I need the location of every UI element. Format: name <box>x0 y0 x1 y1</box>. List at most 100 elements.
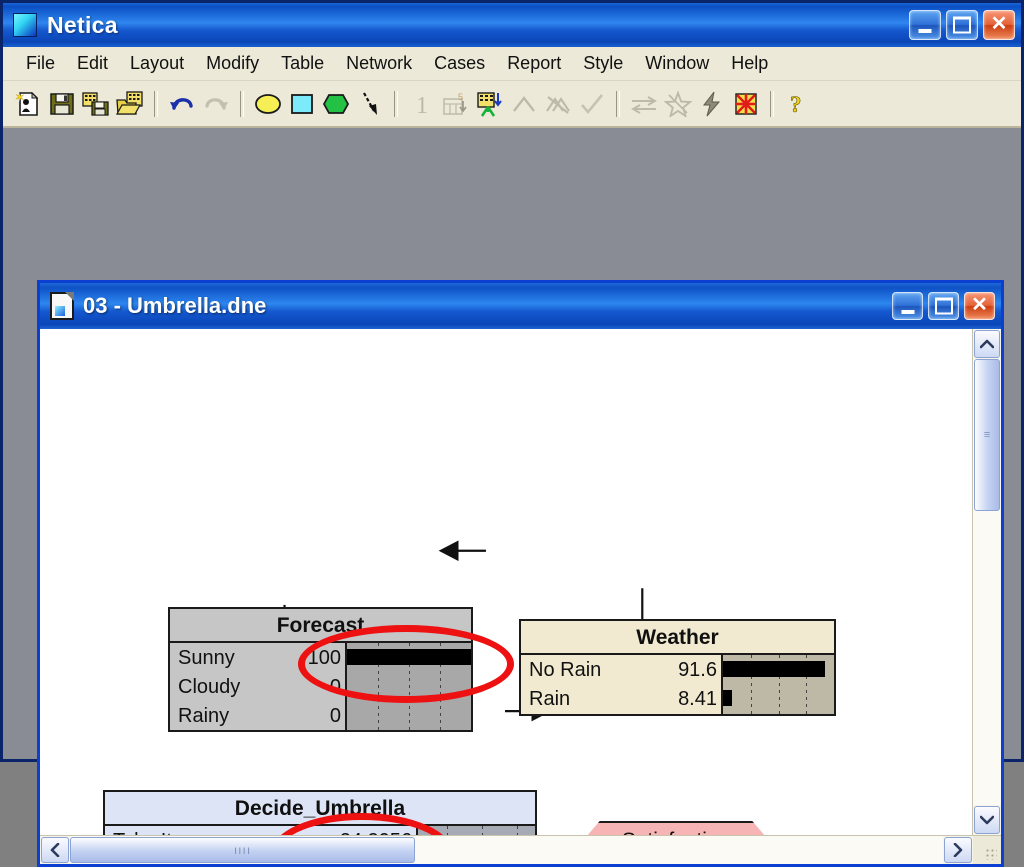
document-window-controls: ✕ <box>892 292 995 320</box>
scroll-grip-icon: ≡ <box>983 428 991 441</box>
new-network-icon[interactable] <box>11 87 45 121</box>
document-titlebar: 03 - Umbrella.dne ✕ <box>37 280 1004 329</box>
mdi-client-area: 03 - Umbrella.dne ✕ Forecast Sunny 100 C… <box>3 128 1021 867</box>
menu-item-style[interactable]: Style <box>572 50 634 77</box>
save-as-icon[interactable] <box>79 87 113 121</box>
learn-cases-icon[interactable] <box>473 87 507 121</box>
state-name: Rainy <box>178 704 230 727</box>
menu-item-modify[interactable]: Modify <box>195 50 270 77</box>
annotation-ellipse-forecast <box>298 625 514 703</box>
utility-node-icon[interactable] <box>319 87 353 121</box>
toolbar-separator <box>770 90 774 117</box>
document-icon <box>50 292 74 320</box>
menu-item-cases[interactable]: Cases <box>423 50 496 77</box>
link-arrow-icon[interactable] <box>353 87 387 121</box>
maximize-button[interactable] <box>946 10 978 40</box>
open-icon[interactable] <box>113 87 147 121</box>
toolbar-separator <box>394 90 398 117</box>
menu-item-network[interactable]: Network <box>335 50 423 77</box>
bar-row <box>347 701 471 730</box>
single-case-icon: 1 <box>405 87 439 121</box>
state-value: 91.6 <box>678 658 717 681</box>
document-maximize-button[interactable] <box>928 292 959 320</box>
document-window: 03 - Umbrella.dne ✕ Forecast Sunny 100 C… <box>37 280 1004 867</box>
check-icon <box>575 87 609 121</box>
decision-node-icon[interactable] <box>285 87 319 121</box>
document-title: 03 - Umbrella.dne <box>83 293 267 318</box>
menu-item-table[interactable]: Table <box>270 50 335 77</box>
scroll-down-button[interactable] <box>974 806 1000 834</box>
peak-icon <box>507 87 541 121</box>
menu-item-help[interactable]: Help <box>720 50 779 77</box>
menu-bar: File Edit Layout Modify Table Network Ca… <box>3 47 1021 81</box>
toolbar-separator <box>616 90 620 117</box>
state-name: Cloudy <box>178 675 241 698</box>
application-titlebar: Netica ✕ <box>3 3 1021 47</box>
state-row: No Rain 91.6 <box>521 655 721 684</box>
undo-icon[interactable] <box>165 87 199 121</box>
menu-item-edit[interactable]: Edit <box>66 50 119 77</box>
minimize-icon <box>901 310 914 314</box>
netica-logo-icon <box>13 13 37 37</box>
window-controls: ✕ <box>909 10 1015 40</box>
toolbar-separator <box>240 90 244 117</box>
resize-grip[interactable] <box>973 836 1001 864</box>
save-icon[interactable] <box>45 87 79 121</box>
svg-text:?: ? <box>790 92 802 117</box>
vertical-scroll-thumb[interactable]: ≡ <box>974 359 1000 511</box>
bar-fill <box>723 661 825 677</box>
network-canvas[interactable]: Forecast Sunny 100 Cloudy 0 Rainy 0 Weat… <box>40 329 972 835</box>
lightning-icon[interactable] <box>695 87 729 121</box>
toolbar-separator <box>154 90 158 117</box>
toolbar: 1 5 ? <box>3 81 1021 128</box>
absorb-node-icon <box>661 87 695 121</box>
scroll-left-button[interactable] <box>41 837 69 863</box>
menu-item-window[interactable]: Window <box>634 50 720 77</box>
horizontal-scroll-track[interactable]: ıııı <box>70 836 943 864</box>
close-button[interactable]: ✕ <box>983 10 1015 40</box>
disconnect-icon[interactable] <box>729 87 763 121</box>
bar-fill <box>723 690 733 706</box>
application-window: Netica ✕ File Edit Layout Modify Table N… <box>0 0 1024 867</box>
bar-row <box>723 655 834 684</box>
state-name: Sunny <box>178 646 235 669</box>
close-icon: ✕ <box>971 294 988 316</box>
help-icon[interactable]: ? <box>781 87 815 121</box>
node-satisfaction-label: Satisfaction <box>583 821 769 835</box>
vertical-scrollbar[interactable]: ≡ <box>972 329 1001 835</box>
state-value: 8.41 <box>678 687 717 710</box>
document-close-button[interactable]: ✕ <box>964 292 995 320</box>
svg-text:5: 5 <box>458 92 463 102</box>
application-title: Netica <box>47 11 118 38</box>
scroll-right-button[interactable] <box>944 837 972 863</box>
node-satisfaction[interactable]: Satisfaction <box>583 821 769 835</box>
minimize-icon <box>918 29 932 33</box>
vertical-scroll-track[interactable]: ≡ <box>973 359 1001 805</box>
nature-node-icon[interactable] <box>251 87 285 121</box>
minimize-button[interactable] <box>909 10 941 40</box>
horizontal-scrollbar[interactable]: ıııı <box>40 835 1001 864</box>
state-row: Rainy 0 <box>170 701 345 730</box>
document-minimize-button[interactable] <box>892 292 923 320</box>
node-weather-body: No Rain 91.6 Rain 8.41 <box>519 654 836 716</box>
horizontal-scroll-thumb[interactable]: ıııı <box>70 837 415 863</box>
maximize-icon <box>934 297 953 315</box>
maximize-icon <box>953 16 971 34</box>
menu-item-layout[interactable]: Layout <box>119 50 195 77</box>
scroll-up-button[interactable] <box>974 330 1000 358</box>
node-weather[interactable]: Weather No Rain 91.6 Rain 8.41 <box>519 619 836 716</box>
state-name: No Rain <box>529 658 602 681</box>
menu-item-file[interactable]: File <box>15 50 66 77</box>
svg-text:1: 1 <box>416 93 428 117</box>
node-weather-bars <box>721 655 834 714</box>
redo-icon <box>199 87 233 121</box>
state-value: 0 <box>329 704 341 727</box>
no-findings-icon <box>541 87 575 121</box>
state-row: Rain 8.41 <box>521 684 721 713</box>
reverse-link-icon <box>627 87 661 121</box>
node-weather-title: Weather <box>519 619 836 654</box>
menu-item-report[interactable]: Report <box>496 50 572 77</box>
state-name: Rain <box>529 687 571 710</box>
document-body: Forecast Sunny 100 Cloudy 0 Rainy 0 Weat… <box>40 329 1001 864</box>
node-weather-states: No Rain 91.6 Rain 8.41 <box>521 655 721 714</box>
